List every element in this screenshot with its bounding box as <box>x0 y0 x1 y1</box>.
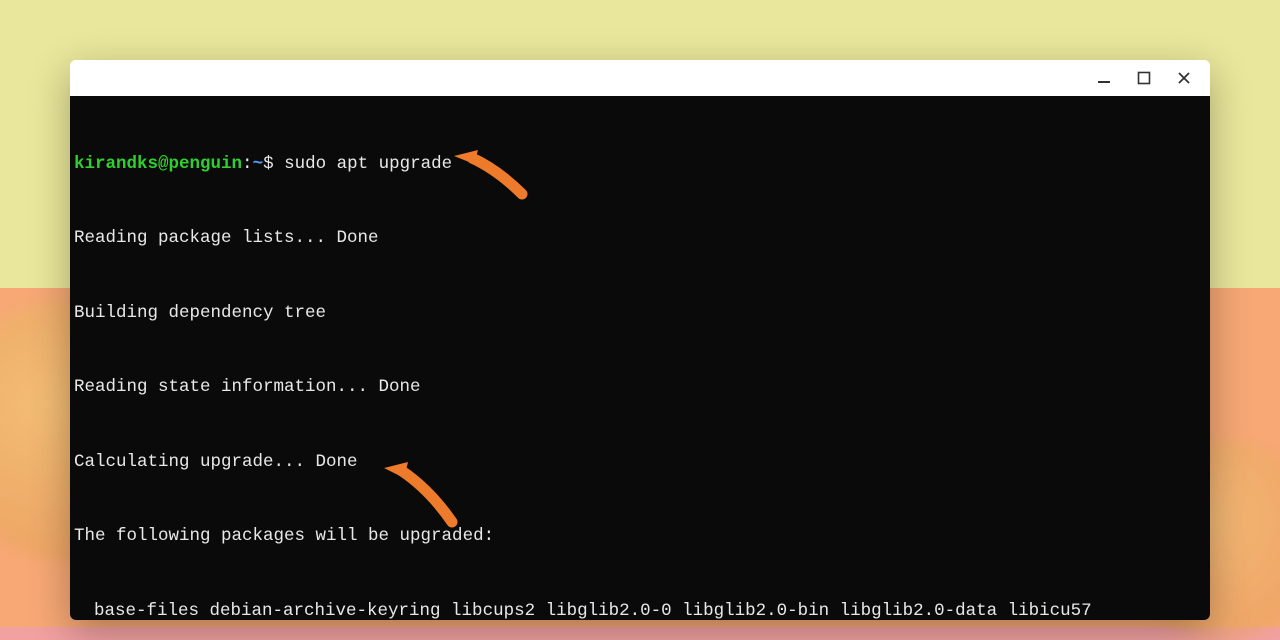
output-line: Reading state information... Done <box>70 375 1210 400</box>
annotation-arrow-icon <box>378 410 458 585</box>
window-titlebar <box>70 60 1210 96</box>
minimize-icon <box>1097 71 1111 85</box>
prompt-path: ~ <box>253 154 264 174</box>
output-line: Reading package lists... Done <box>70 226 1210 251</box>
terminal-viewport[interactable]: kirandks@penguin:~$ sudo apt upgrade Rea… <box>70 96 1210 620</box>
minimize-button[interactable] <box>1086 64 1122 92</box>
output-line: The following packages will be upgraded: <box>70 524 1210 549</box>
output-line: Building dependency tree <box>70 301 1210 326</box>
terminal-window: kirandks@penguin:~$ sudo apt upgrade Rea… <box>70 60 1210 620</box>
command-text: sudo apt upgrade <box>284 154 452 174</box>
prompt-user-host: kirandks@penguin <box>74 154 242 174</box>
package-list-line: base-files debian-archive-keyring libcup… <box>70 599 1210 620</box>
close-icon <box>1177 71 1191 85</box>
output-line: Calculating upgrade... Done <box>70 450 1210 475</box>
prompt-line: kirandks@penguin:~$ sudo apt upgrade <box>70 152 1210 177</box>
close-button[interactable] <box>1166 64 1202 92</box>
maximize-icon <box>1137 71 1151 85</box>
maximize-button[interactable] <box>1126 64 1162 92</box>
